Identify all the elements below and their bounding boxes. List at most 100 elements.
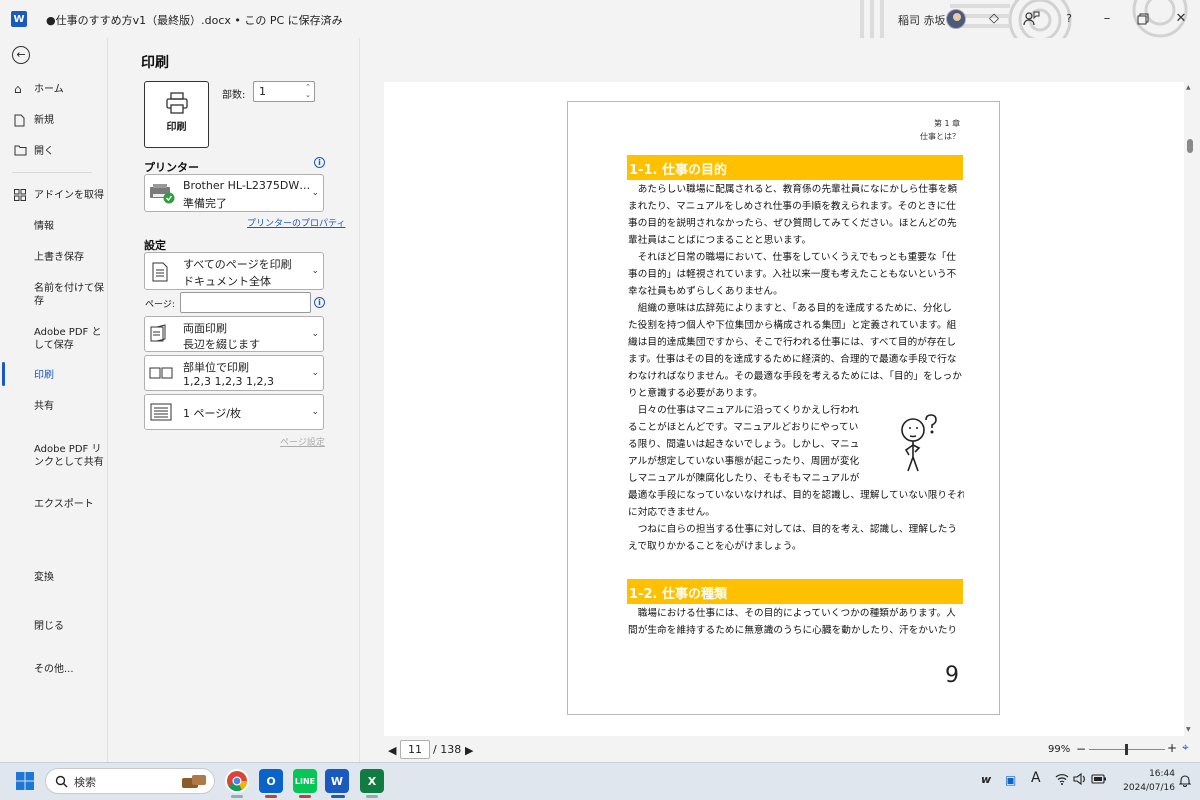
zoom-in-button[interactable]: +: [1167, 741, 1177, 755]
printer-status: 準備完了: [183, 197, 227, 210]
text-line: それほど日常の職場において、仕事をしていくうえでもっとも重要な「仕: [628, 252, 957, 263]
diamond-icon[interactable]: ◇: [985, 10, 1003, 28]
vertical-scrollbar[interactable]: [1184, 82, 1200, 736]
pages-input[interactable]: [180, 292, 311, 313]
chrome-icon[interactable]: [225, 769, 249, 793]
nav-get-addins-label: アドインを取得: [34, 190, 104, 201]
chevron-down-icon: ⌄: [311, 266, 319, 276]
outlook-icon[interactable]: O: [259, 769, 283, 793]
page-title: 印刷: [141, 55, 169, 71]
nav-save-as[interactable]: 名前を付けて保存: [0, 282, 104, 308]
running-indicator: [366, 795, 378, 798]
pages-label: ページ:: [145, 300, 175, 310]
person-feedback-icon[interactable]: [1022, 10, 1040, 28]
printer-dropdown[interactable]: Brother HL-L2375DW… 準備完了 ⌄: [144, 174, 324, 212]
settings-section-title: 設定: [144, 239, 166, 252]
search-placeholder: 検索: [74, 776, 96, 789]
print-range-line1: すべてのページを印刷: [183, 258, 292, 271]
pages-per-sheet-value: 1 ページ/枚: [183, 407, 241, 420]
pages-per-sheet-dropdown[interactable]: 1 ページ/枚 ⌄: [144, 394, 324, 430]
clock-date[interactable]: 2024/07/16: [1116, 783, 1175, 793]
scroll-down-icon[interactable]: ▼: [1186, 726, 1191, 733]
paragraph-4-narrow: 日々の仕事はマニュアルに沿ってくりかえし行われ ることがほとんどです。マニュアル…: [628, 402, 868, 487]
spin-arrows-icon[interactable]: ⌃ ⌄: [305, 83, 311, 99]
nav-save[interactable]: 上書き保存: [0, 251, 108, 264]
text-line: 職場における仕事には、その目的によっていくつかの種類があります。人: [628, 608, 956, 619]
current-page-input[interactable]: 11: [400, 740, 430, 759]
info-icon[interactable]: i: [314, 157, 325, 168]
nav-share[interactable]: 共有: [0, 400, 108, 413]
printer-properties-link[interactable]: プリンターのプロパティ: [247, 216, 345, 229]
printer-section-title: プリンター: [144, 161, 199, 174]
text-line: 事の目的」は軽視されています。入社以来一度も考えたこともないという不: [628, 269, 957, 280]
zoom-slider-thumb[interactable]: [1125, 744, 1128, 755]
notification-bell-icon[interactable]: [1178, 774, 1192, 790]
excel-icon[interactable]: X: [360, 769, 384, 793]
text-line: ることがほとんどです。マニュアルどおりにやってい: [628, 422, 859, 433]
zoom-out-button[interactable]: −: [1076, 742, 1086, 756]
user-name[interactable]: 稲司 赤坂: [898, 12, 946, 28]
duplex-line2: 長辺を綴じます: [183, 338, 260, 351]
collate-line1: 部単位で印刷: [183, 361, 249, 374]
chapter-label: 第 1 章: [934, 119, 961, 128]
text-line: 最適な手段になっていないなければ、目的を認識し、理解していない限りそれら: [628, 490, 964, 501]
zoom-to-page-icon[interactable]: ⌖: [1182, 741, 1195, 754]
nav-save-as-adobe-pdf[interactable]: Adobe PDF として保存: [0, 326, 106, 352]
chevron-down-icon: ⌄: [311, 188, 319, 198]
ime-indicator[interactable]: A: [1031, 770, 1041, 786]
tray-app-icon[interactable]: w: [981, 773, 991, 786]
nav-print[interactable]: 印刷: [0, 369, 108, 382]
info-icon[interactable]: i: [314, 297, 325, 308]
nav-export[interactable]: エクスポート: [0, 498, 108, 511]
nav-get-addins[interactable]: アドインを取得: [0, 189, 108, 202]
search-icon: [55, 775, 68, 788]
nav-open[interactable]: 開く: [0, 145, 108, 158]
word-icon[interactable]: W: [325, 769, 349, 793]
minimize-icon[interactable]: –: [1098, 10, 1116, 28]
text-line: た役割を持つ個人や下位集団から構成される集団」と定義されています。組: [628, 320, 957, 331]
zoom-level[interactable]: 99%: [1048, 744, 1070, 755]
total-pages: / 138: [433, 743, 462, 756]
text-line: しマニュアルが陳腐化したり、そもそもマニュアルが: [628, 473, 860, 484]
new-document-icon: [14, 114, 25, 130]
next-page-button[interactable]: ▶: [465, 744, 473, 757]
nav-home-label: ホーム: [34, 84, 64, 95]
previous-page-button[interactable]: ◀: [388, 744, 396, 757]
page-number: 9: [945, 663, 959, 688]
nav-share-adobe-pdf-link[interactable]: Adobe PDF リンクとして共有: [0, 443, 106, 469]
scroll-up-icon[interactable]: ▲: [1186, 84, 1191, 91]
pages-icon: [152, 262, 168, 282]
nav-info[interactable]: 情報: [0, 220, 108, 233]
wifi-icon[interactable]: [1055, 773, 1069, 788]
nav-transform[interactable]: 変換: [0, 571, 108, 584]
text-line: 事の目的を説明されなかったら、ぜひ質問してみてください。ほとんどの先: [628, 218, 957, 229]
windows-start-icon[interactable]: [15, 771, 35, 791]
tray-outlook-icon[interactable]: ▣: [1005, 773, 1016, 787]
word-logo-icon: W: [11, 11, 27, 27]
back-arrow-icon[interactable]: ←: [12, 46, 30, 64]
battery-icon[interactable]: [1091, 773, 1107, 788]
restore-icon[interactable]: [1134, 10, 1152, 28]
close-icon[interactable]: ✕: [1172, 10, 1190, 28]
print-range-dropdown[interactable]: すべてのページを印刷 ドキュメント全体 ⌄: [144, 252, 324, 290]
copies-stepper[interactable]: 1 ⌃ ⌄: [253, 81, 315, 102]
avatar[interactable]: [946, 9, 966, 29]
clock-time[interactable]: 16:44: [1135, 769, 1175, 779]
duplex-dropdown[interactable]: 両面印刷 長辺を綴じます ⌄: [144, 316, 324, 352]
print-button[interactable]: 印刷: [144, 81, 209, 148]
taskbar-search-box[interactable]: 検索: [45, 768, 215, 794]
help-icon[interactable]: ?: [1060, 10, 1078, 28]
collate-dropdown[interactable]: 部単位で印刷 1,2,3 1,2,3 1,2,3 ⌄: [144, 355, 324, 391]
nav-more[interactable]: その他...: [0, 663, 108, 676]
thinking-person-illustration: [901, 414, 937, 472]
nav-close[interactable]: 閉じる: [0, 620, 108, 633]
nav-home[interactable]: ⌂ ホーム: [0, 83, 108, 96]
nav-divider: [12, 172, 92, 173]
line-icon[interactable]: LINE: [293, 769, 317, 793]
text-line: ます。仕事はその目的を達成するために経済的、合理的で最適な手段で行な: [628, 354, 957, 365]
page-setup-link[interactable]: ページ設定: [280, 435, 325, 448]
scroll-thumb[interactable]: [1187, 139, 1193, 153]
chevron-down-icon: ⌄: [311, 407, 319, 417]
volume-icon[interactable]: [1073, 772, 1087, 788]
nav-new[interactable]: 新規: [0, 114, 108, 127]
